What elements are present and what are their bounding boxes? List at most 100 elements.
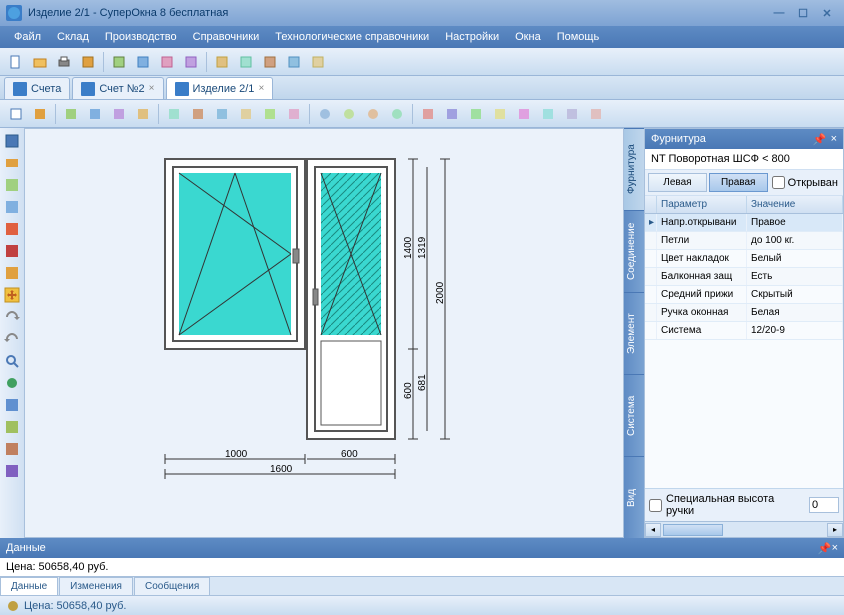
lt-btn14-icon[interactable] — [3, 418, 21, 436]
et-btn2-icon[interactable] — [29, 103, 51, 125]
et-btn5-icon[interactable] — [108, 103, 130, 125]
tb-btn4-icon[interactable] — [77, 51, 99, 73]
side-right-button[interactable]: Правая — [709, 173, 768, 192]
menu-settings[interactable]: Настройки — [437, 28, 507, 46]
scroll-right-icon[interactable]: ▸ — [827, 523, 843, 537]
lt-btn6-icon[interactable] — [3, 242, 21, 260]
lt-btn16-icon[interactable] — [3, 462, 21, 480]
vtab-connection[interactable]: Соединение — [624, 210, 644, 292]
opening-checkbox[interactable]: Открыван — [770, 173, 840, 192]
et-btn9-icon[interactable] — [211, 103, 233, 125]
tb-btn5-icon[interactable] — [108, 51, 130, 73]
table-row[interactable]: Средний прижиСкрытый — [645, 286, 843, 304]
lt-undo-icon[interactable] — [3, 308, 21, 326]
tb-print-icon[interactable] — [53, 51, 75, 73]
table-row[interactable]: Цвет накладокБелый — [645, 250, 843, 268]
tb-btn12-icon[interactable] — [283, 51, 305, 73]
et-btn7-icon[interactable] — [163, 103, 185, 125]
vtab-element[interactable]: Элемент — [624, 292, 644, 374]
table-row[interactable]: Система12/20-9 — [645, 322, 843, 340]
close-panel-icon[interactable]: × — [831, 133, 837, 145]
menu-windows[interactable]: Окна — [507, 28, 549, 46]
tab-close-icon[interactable]: × — [149, 83, 155, 94]
close-panel-icon[interactable]: × — [832, 542, 838, 554]
lt-save-icon[interactable] — [3, 132, 21, 150]
scroll-left-icon[interactable]: ◂ — [645, 523, 661, 537]
et-btn22-icon[interactable] — [537, 103, 559, 125]
lt-move-icon[interactable] — [3, 286, 21, 304]
et-btn17-icon[interactable] — [417, 103, 439, 125]
et-btn1-icon[interactable] — [5, 103, 27, 125]
et-btn15-icon[interactable] — [362, 103, 384, 125]
et-btn8-icon[interactable] — [187, 103, 209, 125]
et-btn6-icon[interactable] — [132, 103, 154, 125]
lt-btn12-icon[interactable] — [3, 374, 21, 392]
tab-icon — [13, 82, 27, 96]
vtab-view[interactable]: Вид — [624, 456, 644, 538]
lt-btn2-icon[interactable] — [3, 154, 21, 172]
et-btn13-icon[interactable] — [314, 103, 336, 125]
tb-btn7-icon[interactable] — [156, 51, 178, 73]
pin-icon[interactable]: 📌 — [818, 542, 832, 555]
tb-btn10-icon[interactable] — [235, 51, 257, 73]
menu-techrefs[interactable]: Технологические справочники — [267, 28, 437, 46]
tab-close-icon[interactable]: × — [258, 83, 264, 94]
tb-btn11-icon[interactable] — [259, 51, 281, 73]
pin-icon[interactable]: 📌 — [813, 133, 827, 146]
et-btn23-icon[interactable] — [561, 103, 583, 125]
vtab-system[interactable]: Система — [624, 374, 644, 456]
et-btn19-icon[interactable] — [465, 103, 487, 125]
bottom-tab-changes[interactable]: Изменения — [59, 577, 133, 595]
side-left-button[interactable]: Левая — [648, 173, 707, 192]
et-btn18-icon[interactable] — [441, 103, 463, 125]
et-btn16-icon[interactable] — [386, 103, 408, 125]
et-btn12-icon[interactable] — [283, 103, 305, 125]
et-btn3-icon[interactable] — [60, 103, 82, 125]
et-btn4-icon[interactable] — [84, 103, 106, 125]
et-btn14-icon[interactable] — [338, 103, 360, 125]
bottom-tab-data[interactable]: Данные — [0, 577, 58, 595]
lt-redo-icon[interactable] — [3, 330, 21, 348]
lt-zoom-icon[interactable] — [3, 352, 21, 370]
scroll-thumb[interactable] — [663, 524, 723, 536]
menu-production[interactable]: Производство — [97, 28, 185, 46]
lt-btn3-icon[interactable] — [3, 176, 21, 194]
lt-btn13-icon[interactable] — [3, 396, 21, 414]
table-row[interactable]: ▸Напр.открываниПравое — [645, 214, 843, 232]
tb-btn6-icon[interactable] — [132, 51, 154, 73]
drawing-canvas[interactable]: 1000 600 1600 1400 1319 2000 600 681 — [24, 128, 624, 538]
et-btn24-icon[interactable] — [585, 103, 607, 125]
vtab-hardware[interactable]: Фурнитура — [624, 128, 644, 210]
lt-btn4-icon[interactable] — [3, 198, 21, 216]
tb-new-icon[interactable] — [5, 51, 27, 73]
tb-btn9-icon[interactable] — [211, 51, 233, 73]
menu-refs[interactable]: Справочники — [185, 28, 268, 46]
lt-btn7-icon[interactable] — [3, 264, 21, 282]
table-row[interactable]: Петлидо 100 кг. — [645, 232, 843, 250]
menu-file[interactable]: Файл — [6, 28, 49, 46]
maximize-button[interactable]: ☐ — [792, 4, 814, 22]
tb-btn13-icon[interactable] — [307, 51, 329, 73]
et-btn11-icon[interactable] — [259, 103, 281, 125]
et-btn10-icon[interactable] — [235, 103, 257, 125]
menu-help[interactable]: Помощь — [549, 28, 608, 46]
special-height-checkbox[interactable] — [649, 499, 662, 512]
table-row[interactable]: Балконная защЕсть — [645, 268, 843, 286]
et-btn20-icon[interactable] — [489, 103, 511, 125]
tab-product[interactable]: Изделие 2/1× — [166, 77, 274, 99]
menu-stock[interactable]: Склад — [49, 28, 97, 46]
close-button[interactable]: ✕ — [816, 4, 838, 22]
tb-btn8-icon[interactable] — [180, 51, 202, 73]
svg-text:1600: 1600 — [270, 464, 293, 475]
special-height-input[interactable] — [809, 497, 839, 513]
minimize-button[interactable]: — — [768, 4, 790, 22]
et-btn21-icon[interactable] — [513, 103, 535, 125]
table-row[interactable]: Ручка оконнаяБелая — [645, 304, 843, 322]
tab-account-2[interactable]: Счет №2× — [72, 77, 163, 99]
tb-open-icon[interactable] — [29, 51, 51, 73]
horizontal-scrollbar[interactable]: ◂ ▸ — [645, 521, 843, 537]
lt-btn5-icon[interactable] — [3, 220, 21, 238]
bottom-tab-messages[interactable]: Сообщения — [134, 577, 210, 595]
tab-accounts[interactable]: Счета — [4, 77, 70, 99]
lt-btn15-icon[interactable] — [3, 440, 21, 458]
